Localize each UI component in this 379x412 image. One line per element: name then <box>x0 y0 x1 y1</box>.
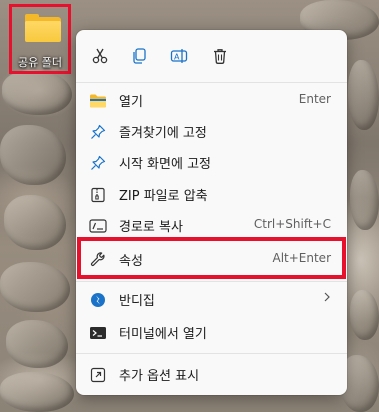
menu-item-label: ZIP 파일로 압축 <box>119 189 208 204</box>
delete-button[interactable] <box>207 43 233 69</box>
wall-stone <box>0 262 70 312</box>
wall-stone <box>0 372 74 412</box>
menu-item-copy-as-path[interactable]: 경로로 복사 Ctrl+Shift+C <box>80 209 343 241</box>
menu-item-label: 즐겨찾기에 고정 <box>119 126 207 141</box>
scissors-icon <box>92 48 108 64</box>
wall-stone <box>4 195 66 250</box>
chevron-right-icon <box>321 289 333 309</box>
desktop-folder-label: 공유 폴더 <box>18 56 62 69</box>
copy-icon <box>133 48 146 64</box>
wall-stone <box>2 70 72 115</box>
menu-item-bandizip[interactable]: 반디집 <box>80 283 343 315</box>
wall-stone <box>6 320 68 368</box>
copy-button[interactable] <box>126 43 152 69</box>
bandizip-icon <box>89 291 107 309</box>
menu-separator <box>76 353 347 354</box>
rename-button[interactable]: A <box>166 43 192 69</box>
menu-item-shortcut: Enter <box>298 92 331 106</box>
menu-item-label: 시작 화면에 고정 <box>119 157 211 172</box>
pin-icon <box>89 154 107 172</box>
wall-stone <box>0 125 66 185</box>
svg-text:A: A <box>174 53 180 62</box>
context-menu-toolbar: A <box>76 30 347 82</box>
menu-item-label: 속성 <box>119 254 143 269</box>
rename-icon: A <box>170 49 188 63</box>
pin-icon <box>89 123 107 141</box>
menu-item-open-in-terminal[interactable]: 터미널에서 열기 <box>80 316 343 348</box>
menu-item-label: 열기 <box>119 95 143 110</box>
menu-item-pin-to-start[interactable]: 시작 화면에 고정 <box>80 146 343 178</box>
menu-item-label: 반디집 <box>119 294 155 309</box>
cut-button[interactable] <box>87 43 113 69</box>
menu-item-open[interactable]: 열기 Enter <box>80 84 343 116</box>
more-options-icon <box>89 366 107 384</box>
menu-item-label: 추가 옵션 표시 <box>119 369 200 384</box>
folder-open-icon <box>89 92 107 110</box>
menu-item-show-more-options[interactable]: 추가 옵션 표시 <box>80 358 343 390</box>
menu-item-pin-to-favorites[interactable]: 즐겨찾기에 고정 <box>80 115 343 147</box>
menu-item-compress-zip[interactable]: ZIP 파일로 압축 <box>80 178 343 210</box>
wall-stone <box>350 290 379 340</box>
folder-icon <box>25 14 61 42</box>
menu-separator <box>76 82 347 83</box>
menu-item-properties[interactable]: 속성 Alt+Enter <box>80 243 343 275</box>
desktop-folder-shortcut[interactable]: 공유 폴더 <box>9 4 71 74</box>
menu-item-shortcut: Alt+Enter <box>272 251 331 265</box>
wrench-icon <box>89 251 107 269</box>
wall-stone <box>348 60 379 130</box>
context-menu: A 열기 Enter 즐겨찾기에 고정 시작 화면에 고정 ZIP 파일로 압축… <box>76 30 347 395</box>
wall-stone <box>350 170 379 230</box>
menu-separator <box>76 281 347 282</box>
trash-icon <box>214 49 226 64</box>
terminal-icon <box>89 324 107 342</box>
path-copy-icon <box>89 217 107 235</box>
menu-item-label: 경로로 복사 <box>119 220 183 235</box>
menu-item-label: 터미널에서 열기 <box>119 327 207 342</box>
zip-icon <box>89 186 107 204</box>
menu-item-shortcut: Ctrl+Shift+C <box>253 217 331 231</box>
